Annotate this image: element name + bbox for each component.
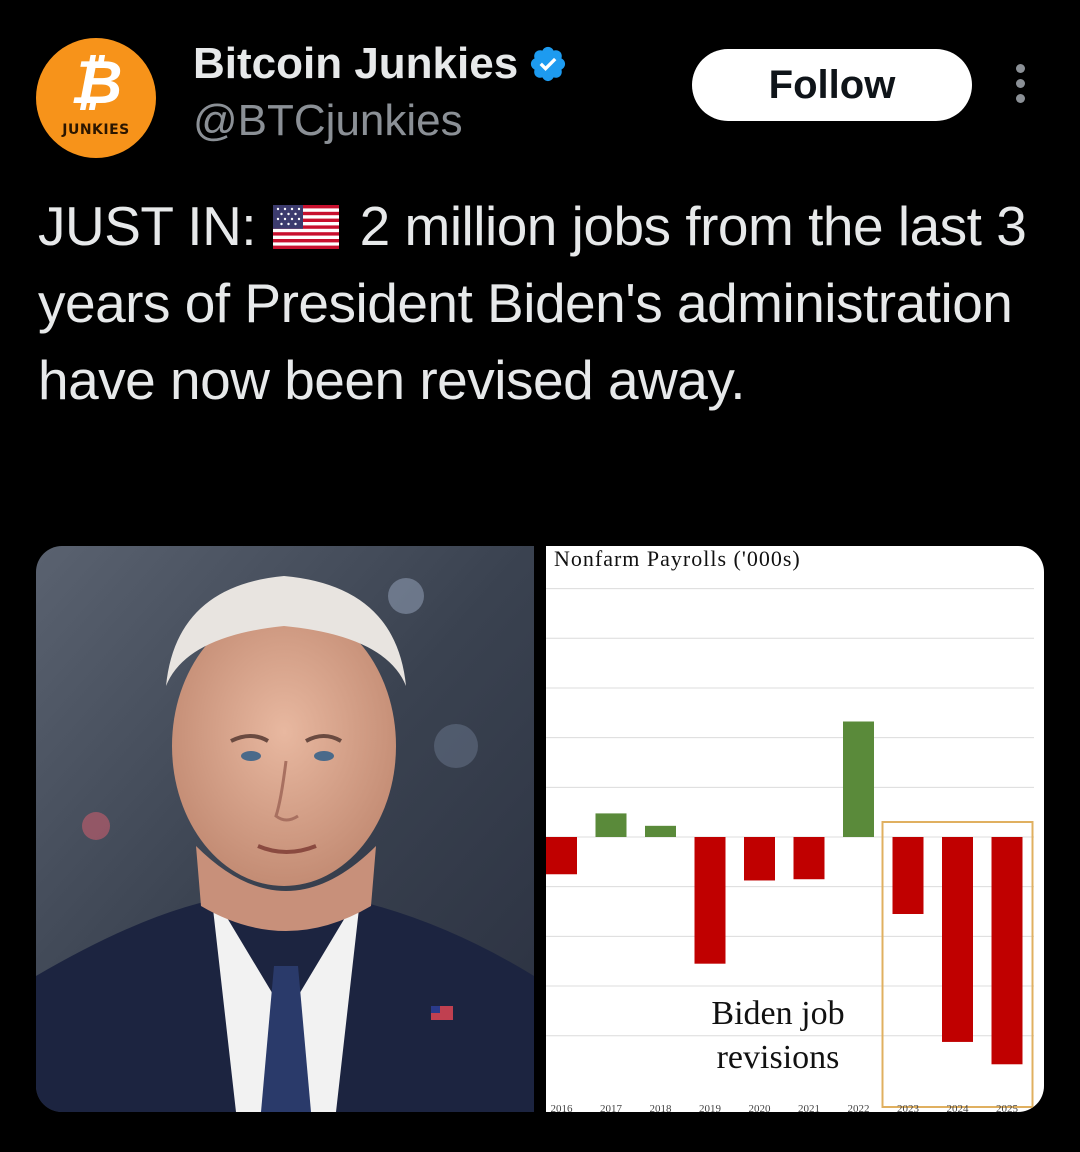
bar-2022 <box>843 721 874 837</box>
bar-2016 <box>546 837 577 875</box>
photo-of-president-biden[interactable] <box>36 546 534 1112</box>
x-tick-label: 2021 <box>798 1103 820 1112</box>
bar-2019 <box>694 837 726 964</box>
us-flag-icon <box>272 205 339 249</box>
x-tick-label: 2025 <box>996 1103 1019 1112</box>
more-vertical-icon[interactable] <box>1006 64 1034 108</box>
payrolls-chart[interactable]: Nonfarm Payrolls ('000s) 2016 2017 2018 201… <box>546 546 1044 1112</box>
handle[interactable]: @BTCjunkies <box>193 96 463 146</box>
x-tick-label: 2019 <box>699 1103 722 1112</box>
bar-2025 <box>991 837 1023 1065</box>
tweet-text: JUST IN: 2 million jobs from the last 3 … <box>38 188 1038 419</box>
bar-2024 <box>942 837 973 1042</box>
x-tick-label: 2020 <box>749 1103 772 1112</box>
bar-2017 <box>595 813 627 837</box>
bar-2023 <box>892 837 924 915</box>
chart-annotation-line-2: revisions <box>717 1039 840 1076</box>
display-name[interactable]: Bitcoin Junkies <box>193 39 518 89</box>
bar-2020 <box>744 837 775 881</box>
avatar-label: JUNKIES <box>62 122 130 138</box>
bitcoin-logo-icon: ₿ <box>69 48 123 118</box>
x-tick-label: 2024 <box>947 1103 970 1112</box>
x-tick-label: 2016 <box>551 1103 574 1112</box>
x-tick-label: 2017 <box>600 1103 623 1112</box>
chart-canvas: 2016 2017 2018 2019 2020 2021 2022 2023 2024 2025… <box>546 588 1034 1112</box>
x-tick-label: 2018 <box>650 1103 673 1112</box>
tweet-prefix: JUST IN: <box>38 195 257 257</box>
verified-badge-icon <box>531 46 566 82</box>
bar-2021 <box>793 837 825 880</box>
chart-annotation-line-1: Biden job <box>711 995 844 1032</box>
avatar[interactable]: ₿ JUNKIES <box>36 38 156 158</box>
x-tick-label: 2023 <box>897 1103 920 1112</box>
media-grid[interactable]: Nonfarm Payrolls ('000s) 2016 2017 2018 201… <box>36 546 1044 1112</box>
bar-2018 <box>645 825 676 837</box>
follow-button[interactable]: Follow <box>692 49 972 121</box>
x-tick-label: 2022 <box>848 1103 870 1112</box>
